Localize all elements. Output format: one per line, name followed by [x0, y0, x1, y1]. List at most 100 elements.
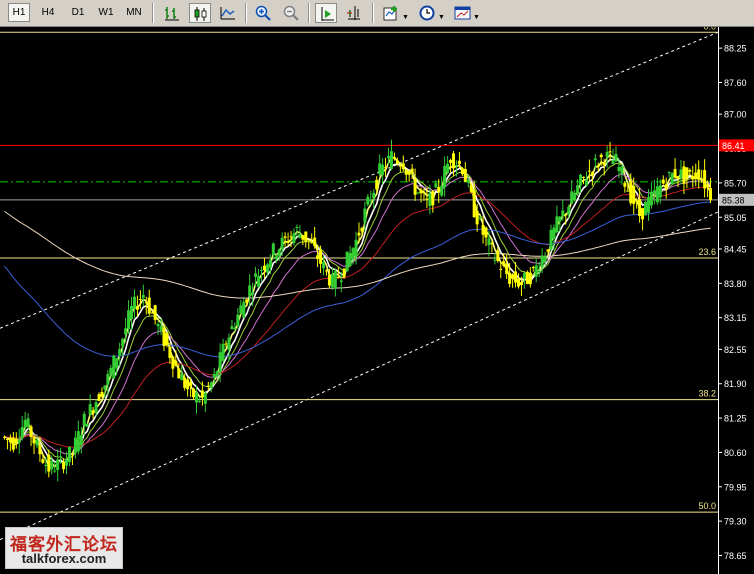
line-chart-button[interactable] [217, 3, 239, 23]
bar-chart-button[interactable] [161, 3, 183, 23]
candle-body [581, 176, 585, 178]
candle-body [570, 191, 574, 204]
templates-icon [454, 6, 471, 20]
price-axis-tick-label: 85.05 [724, 213, 747, 223]
candle-body [378, 163, 382, 175]
price-axis-tick-label: 85.70 [724, 178, 747, 188]
candle-body [543, 256, 547, 262]
price-axis-tick-label: 83.15 [724, 313, 747, 323]
auto-scroll-button[interactable] [315, 3, 337, 23]
auto-scroll-icon [321, 7, 334, 21]
candle-body [375, 179, 379, 190]
candle-body [227, 337, 231, 350]
zoom-out-icon [283, 5, 299, 21]
candle-body [203, 392, 207, 404]
candle-body [641, 208, 645, 220]
candle-body [35, 440, 39, 446]
candle-body [156, 324, 160, 327]
chart-shift-button[interactable] [343, 3, 365, 23]
candle-body [91, 410, 95, 414]
candle-body [528, 272, 532, 285]
timeframe-w1-button[interactable]: W1 [94, 3, 118, 22]
candle-body [478, 217, 482, 219]
candle-body [460, 168, 464, 175]
candle-body [82, 413, 86, 426]
candle-body [419, 189, 423, 194]
price-axis-tick-label: 84.45 [724, 244, 747, 254]
candle-body [17, 439, 21, 443]
candle-body [330, 274, 334, 288]
timeframe-mn-button[interactable]: MN [122, 3, 146, 22]
price-chart[interactable]: 0.023.638.250.0 88.2587.6087.0086.3585.7… [0, 27, 754, 574]
toolbar-separator [372, 3, 374, 23]
candle-body [431, 191, 435, 206]
fib-level-label: 38.2 [698, 389, 716, 399]
candle-body [67, 446, 71, 463]
candle-body [440, 185, 444, 196]
candle-body [599, 154, 603, 158]
timeframe-h1-button[interactable]: H1 [8, 3, 30, 22]
timeframe-d1-button[interactable]: D1 [66, 3, 90, 22]
price-axis-tick-label: 81.25 [724, 414, 747, 424]
candle-body [573, 192, 577, 201]
candle-body [79, 435, 83, 446]
candle-body [56, 459, 60, 470]
chevron-down-icon: ▼ [438, 14, 445, 21]
candle-body [454, 165, 458, 167]
candle-body [700, 179, 704, 181]
candle-body [109, 367, 113, 375]
candle-body [398, 165, 402, 167]
candle-body [230, 326, 234, 330]
periods-button[interactable]: ▼ [416, 3, 446, 23]
candle-body [446, 163, 450, 173]
candle-body [425, 198, 429, 200]
candle-body [363, 208, 367, 223]
candle-body [319, 250, 323, 264]
candle-body [389, 151, 393, 169]
candle-body [596, 165, 600, 167]
candle-body [316, 255, 320, 260]
candle-body [283, 236, 287, 238]
candle-body [401, 163, 405, 170]
zoom-out-button[interactable] [280, 3, 302, 23]
candle-body [189, 381, 193, 387]
candle-body [280, 237, 284, 250]
candle-body [369, 199, 373, 201]
candle-body [322, 261, 326, 269]
candle-body [620, 166, 624, 175]
candle-body [661, 179, 665, 184]
templates-button[interactable]: ▼ [451, 3, 481, 23]
indicators-button[interactable]: ▼ [380, 3, 410, 23]
candle-body [150, 312, 154, 314]
candle-body [531, 267, 535, 269]
candle-body [508, 272, 512, 284]
candle-body [590, 172, 594, 176]
candle-body [41, 459, 45, 463]
timeframe-h4-button[interactable]: H4 [36, 3, 60, 22]
candle-body [387, 155, 391, 159]
candle-body [552, 227, 556, 239]
candle-body [638, 198, 642, 216]
candle-body [239, 305, 243, 314]
candle-body [549, 229, 553, 250]
toolbar-separator [152, 3, 154, 23]
candle-body [452, 153, 456, 169]
candle-body [85, 424, 89, 427]
candle-body [413, 179, 417, 195]
candle-body [502, 261, 506, 266]
candle-body [112, 355, 116, 379]
candle-body [558, 216, 562, 222]
candle-body [336, 276, 340, 278]
candle-body [481, 225, 485, 235]
candle-body [407, 171, 411, 175]
candlestick-chart-button[interactable] [189, 3, 211, 23]
candle-body [422, 192, 426, 194]
candle-body [20, 427, 24, 439]
candle-body [564, 214, 568, 216]
candle-body [277, 249, 281, 257]
candle-body [274, 255, 278, 260]
candle-body [629, 181, 633, 204]
candle-body [673, 169, 677, 178]
candle-body [141, 294, 145, 298]
zoom-in-button[interactable] [252, 3, 274, 23]
